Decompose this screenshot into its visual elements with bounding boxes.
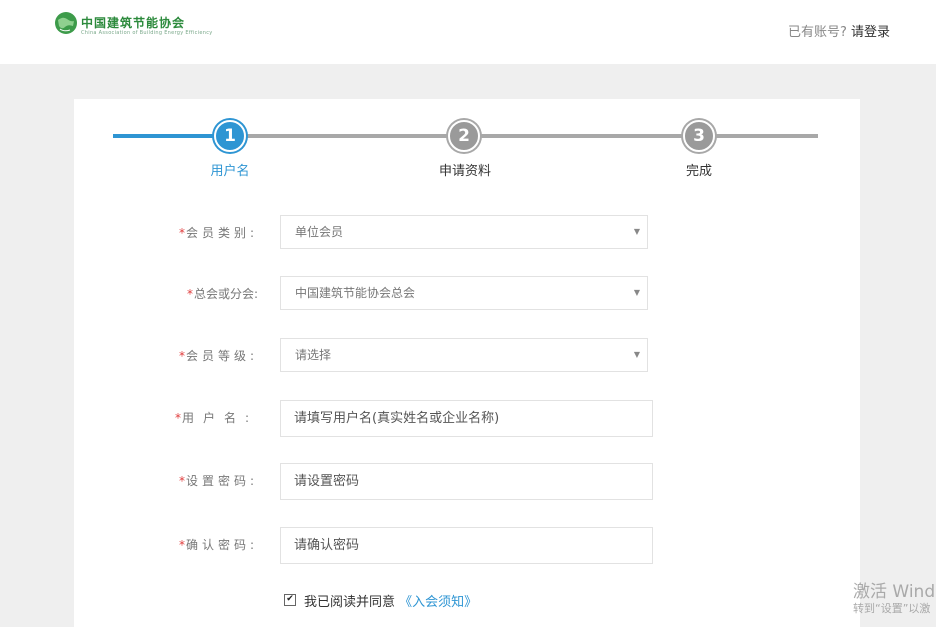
agreement-link[interactable]: 《入会须知》 [399,595,477,610]
step-line-pending [245,134,465,138]
member-type-row: *会员类别: 单位会员 ▼ [74,215,860,253]
caret-down-icon: ▼ [633,288,640,297]
branch-row: *总会或分会: 中国建筑节能协会总会 ▼ [74,276,860,314]
association-logo[interactable]: 中国建筑节能协会 China Association of Building E… [54,11,212,39]
step-3-circle: 3 [683,120,715,152]
required-mark: * [174,411,181,425]
agreement-checkbox[interactable]: ✔ [284,593,296,606]
branch-select[interactable]: 中国建筑节能协会总会 ▼ [280,276,648,310]
logo-title: 中国建筑节能协会 [81,16,186,30]
required-mark: * [178,474,185,488]
step-2-label: 申请资料 [438,164,491,179]
step-2-circle: 2 [448,120,480,152]
member-type-value: 单位会员 [295,225,344,239]
member-type-label: *会员类别: [178,226,258,240]
agreement-row: ✔ 我已阅读并同意 《入会须知》 [284,591,477,610]
globe-logo-icon [55,12,77,34]
watermark-title: 激活 Wind [853,582,936,602]
caret-down-icon: ▼ [633,227,640,236]
password-row: *设置密码: 请设置密码 [74,463,860,501]
top-header: 中国建筑节能协会 China Association of Building E… [0,0,936,64]
member-level-row: *会员等级: 请选择 ▼ [74,338,860,376]
login-prompt: 已有账号? [787,25,847,40]
member-level-value: 请选择 [295,348,332,362]
logo-subtitle: China Association of Building Energy Eff… [81,30,213,36]
confirm-password-input[interactable]: 请确认密码 [280,527,653,564]
username-label: *用户名: [174,411,258,425]
confirm-password-label: *确认密码: [178,538,258,552]
step-line-pending [713,134,818,138]
username-row: *用户名: 请填写用户名(真实姓名或企业名称) [74,400,860,438]
caret-down-icon: ▼ [633,350,640,359]
step-1-label: 用户名 [210,164,250,179]
branch-label: *总会或分会: [186,287,258,301]
step-1-circle: 1 [214,120,246,152]
watermark-subtitle: 转到“设置”以激 [853,602,931,616]
username-input[interactable]: 请填写用户名(真实姓名或企业名称) [280,400,653,437]
login-area: 已有账号? 请登录 [788,21,890,40]
member-level-select[interactable]: 请选择 ▼ [280,338,648,372]
required-mark: * [178,349,185,363]
member-type-select[interactable]: 单位会员 ▼ [280,215,648,249]
member-level-label: *会员等级: [178,349,258,363]
login-link[interactable]: 请登录 [851,25,890,40]
required-mark: * [178,226,185,240]
step-3-label: 完成 [685,164,712,179]
windows-activation-watermark: 激活 Wind 转到“设置”以激 [853,582,935,616]
password-label: *设置密码: [178,474,258,488]
confirm-password-row: *确认密码: 请确认密码 [74,527,860,565]
step-line-pending [479,134,699,138]
password-input[interactable]: 请设置密码 [280,463,653,500]
required-mark: * [178,538,185,552]
branch-value: 中国建筑节能协会总会 [295,286,416,300]
agreement-text: 我已阅读并同意 [304,595,396,610]
required-mark: * [186,287,193,301]
registration-card: 1 2 3 用户名 申请资料 完成 *会员类别: 单位会员 ▼ *总会或分会: … [74,99,860,627]
